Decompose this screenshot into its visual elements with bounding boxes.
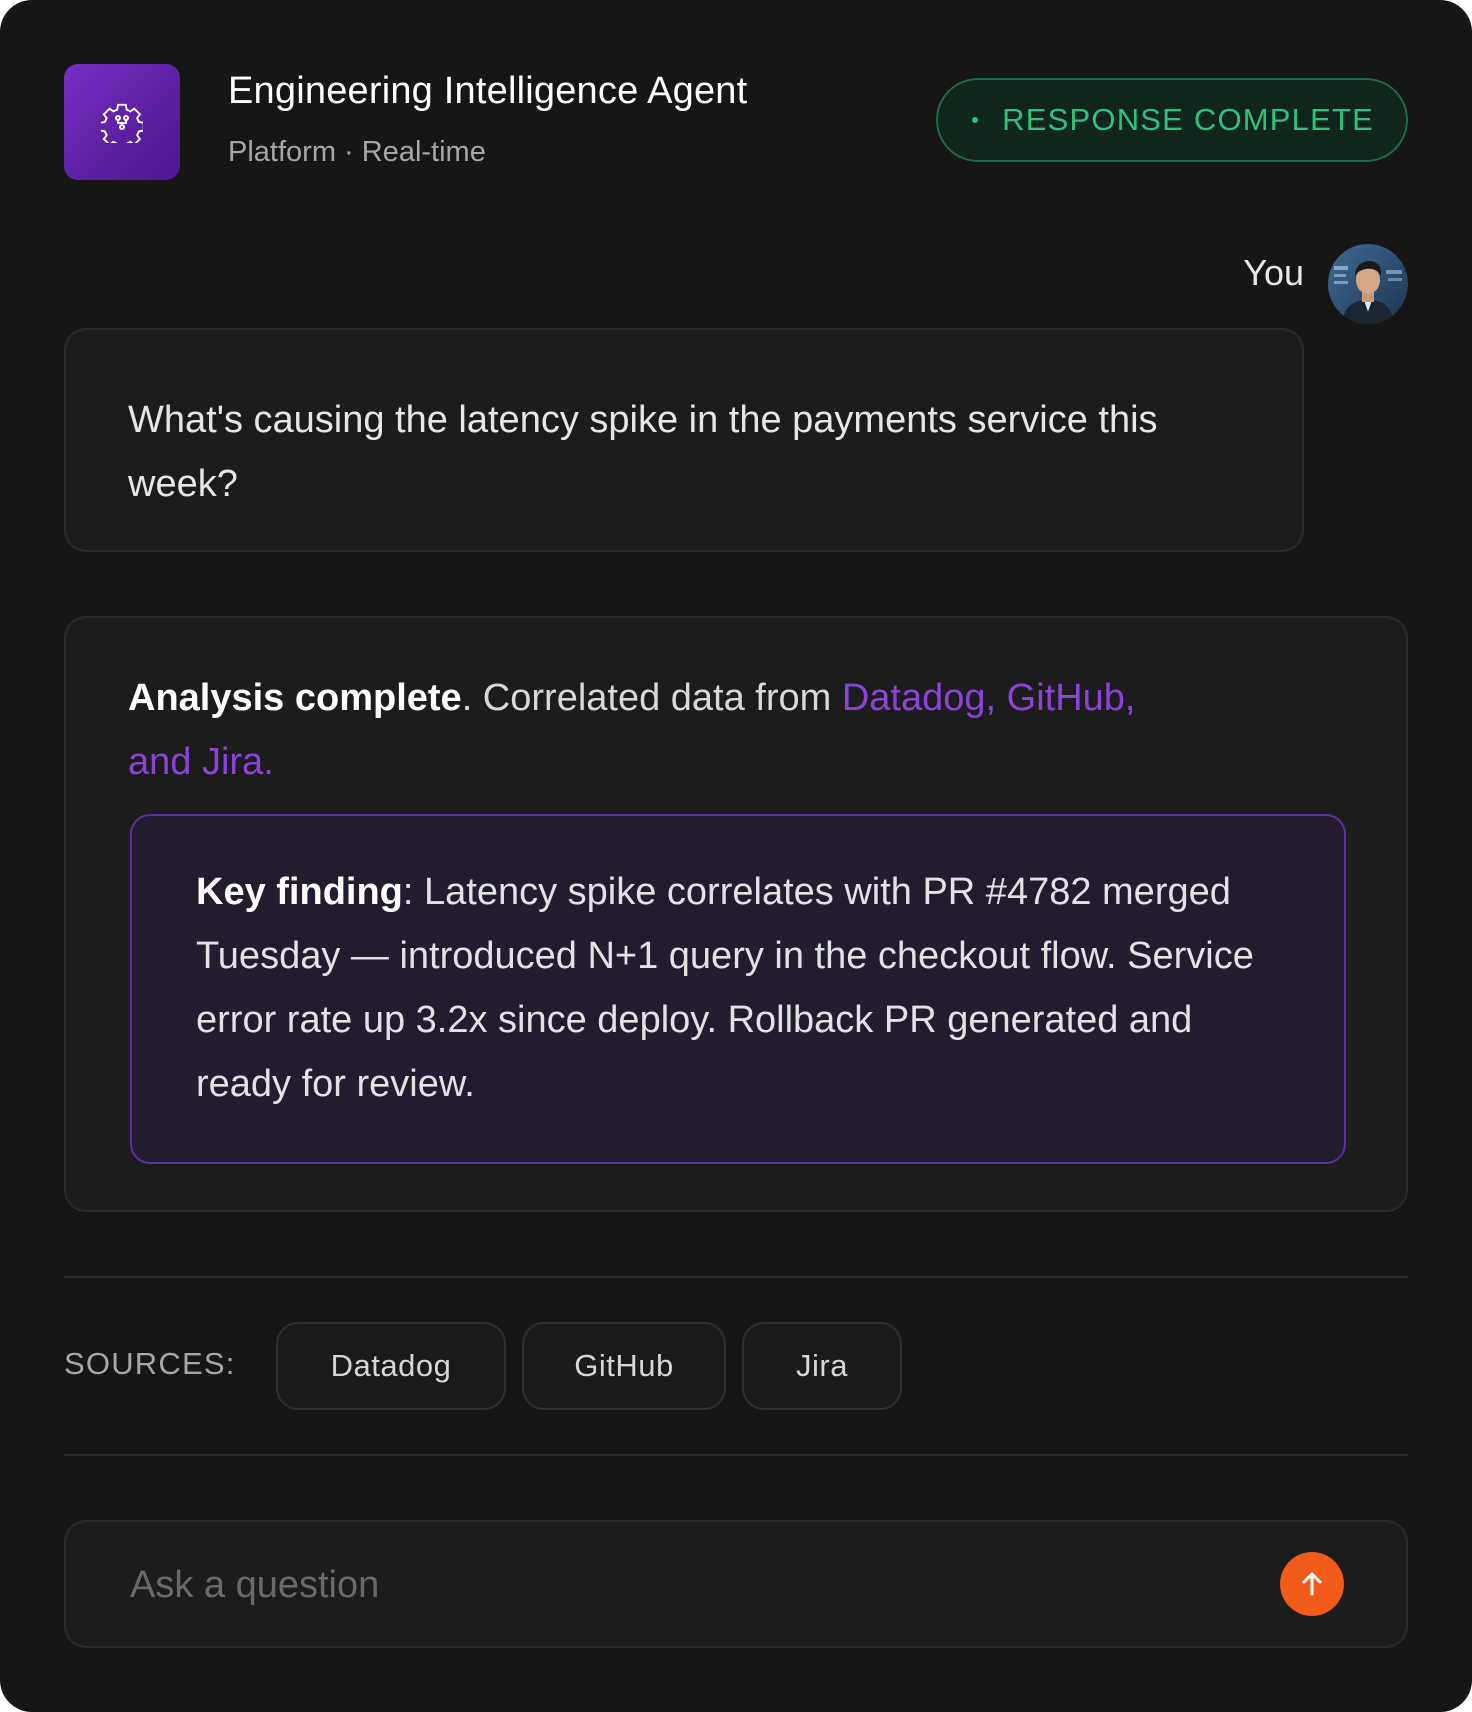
summary-text: . Correlated data from xyxy=(461,677,842,719)
agent-subtitle: Platform · Real-time xyxy=(228,136,486,168)
user-message-text: What's causing the latency spike in the … xyxy=(128,399,1158,505)
user-name: You xyxy=(1243,252,1304,293)
source-chip-datadog[interactable]: Datadog xyxy=(276,1322,506,1410)
agent-title: Engineering Intelligence Agent xyxy=(228,70,748,112)
divider xyxy=(64,1454,1408,1456)
status-badge: RESPONSE COMPLETE xyxy=(936,78,1408,162)
status-text: RESPONSE COMPLETE xyxy=(1002,102,1374,137)
send-button[interactable] xyxy=(1280,1552,1344,1616)
agent-response-bubble: Analysis complete. Correlated data from … xyxy=(64,616,1408,1212)
divider xyxy=(64,1276,1408,1278)
composer xyxy=(64,1520,1408,1648)
gear-circuit-icon xyxy=(64,64,180,180)
user-avatar[interactable] xyxy=(1328,244,1408,324)
header: Engineering Intelligence Agent Platform … xyxy=(64,64,1408,180)
question-input[interactable] xyxy=(128,1552,1232,1618)
summary-heading: Analysis complete xyxy=(128,677,462,719)
key-finding-label: Key finding xyxy=(196,871,403,913)
chat-panel: Engineering Intelligence Agent Platform … xyxy=(0,0,1472,1712)
source-chip-github[interactable]: GitHub xyxy=(522,1322,726,1410)
source-chip-jira[interactable]: Jira xyxy=(742,1322,902,1410)
sources-label: SOURCES: xyxy=(64,1346,236,1381)
response-summary: Analysis complete. Correlated data from … xyxy=(128,666,1188,794)
arrow-up-icon xyxy=(1302,1572,1322,1596)
key-finding-text: Key finding: Latency spike correlates wi… xyxy=(196,860,1280,1116)
status-dot-icon xyxy=(972,117,979,123)
key-finding-card: Key finding: Latency spike correlates wi… xyxy=(130,814,1346,1164)
user-message-bubble: What's causing the latency spike in the … xyxy=(64,328,1304,552)
